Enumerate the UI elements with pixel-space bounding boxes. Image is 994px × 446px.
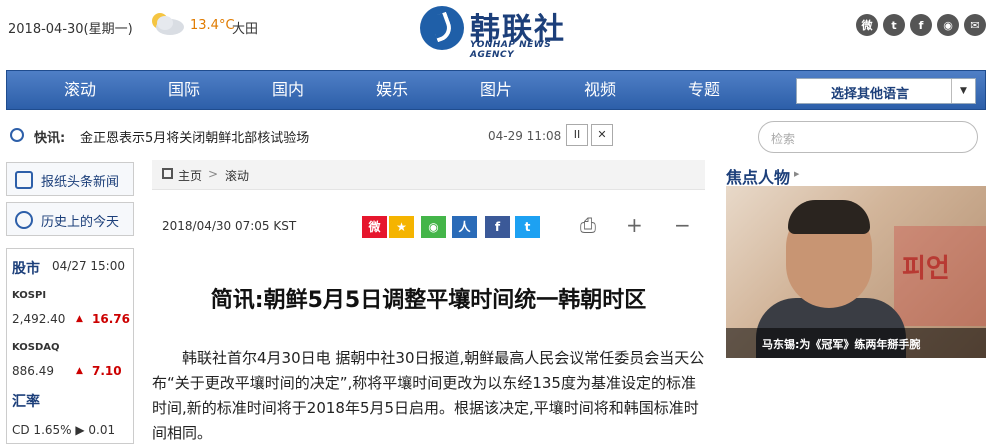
history-today-link[interactable]: 历史上的今天 [6, 202, 134, 236]
weibo-share-icon[interactable]: 微 [362, 216, 387, 238]
kosdaq-change: 7.10 [92, 364, 122, 378]
current-date: 2018-04-30(星期一) [8, 22, 133, 37]
stock-title: 股市 [12, 261, 40, 277]
main-nav: 滚动 国际 国内 娱乐 图片 视频 专题 选择其他语言 ▼ [6, 70, 986, 110]
nav-item-topics[interactable]: 专题 [669, 71, 739, 109]
chevron-down-icon: ▼ [951, 79, 975, 103]
focus-photo[interactable]: 피언 马东锡:为《冠军》练两年掰手腕 [726, 186, 986, 358]
kosdaq-name: KOSDAQ [12, 342, 60, 353]
nav-item-scroll[interactable]: 滚动 [45, 71, 115, 109]
article-title: 简讯:朝鲜5月5日调整平壤时间统一韩朝时区 [210, 288, 647, 313]
kospi-value: 2,492.40 [12, 312, 66, 326]
qzone-share-icon[interactable]: ★ [389, 216, 414, 238]
nav-item-video[interactable]: 视频 [565, 71, 635, 109]
photo-caption: 马东锡:为《冠军》练两年掰手腕 [726, 328, 986, 358]
breadcrumb-home[interactable]: 主页 [178, 167, 202, 184]
flash-label: 快讯: [34, 131, 66, 146]
stock-date: 04/27 15:00 [52, 259, 125, 273]
search-input[interactable]: 检索 [758, 121, 978, 153]
nav-item-domestic[interactable]: 国内 [253, 71, 323, 109]
breadcrumb-current[interactable]: 滚动 [225, 167, 249, 184]
weibo-icon[interactable]: 微 [856, 14, 878, 36]
kosdaq-value: 886.49 [12, 364, 54, 378]
yonhap-logo[interactable]: 韩联社 YONHAP NEWS AGENCY [420, 2, 580, 60]
breadcrumb-separator: > [208, 167, 219, 181]
nav-item-international[interactable]: 国际 [149, 71, 219, 109]
article-body: 韩联社首尔4月30日电 据朝中社30日报道,朝鲜最高人民会议常任委员会当天公布“… [152, 349, 705, 442]
nav-item-photos[interactable]: 图片 [461, 71, 531, 109]
kospi-name: KOSPI [12, 290, 47, 301]
temperature: 13.4°C [190, 18, 235, 33]
facebook-share-icon[interactable]: f [485, 216, 510, 238]
cloudy-weather-icon [152, 13, 184, 35]
book-icon [15, 171, 33, 189]
logo-en: YONHAP NEWS AGENCY [470, 40, 552, 60]
pause-button[interactable]: II [566, 124, 588, 146]
history-today-label: 历史上的今天 [41, 215, 120, 230]
print-icon[interactable]: ⎙ [580, 213, 596, 237]
wechat-icon[interactable]: ◉ [937, 14, 959, 36]
city: 大田 [232, 22, 259, 37]
chevron-right-icon[interactable]: ▶ [794, 170, 799, 178]
language-select-label: 选择其他语言 [831, 87, 910, 102]
up-arrow-icon: ▲ [76, 314, 83, 324]
twitter-share-icon[interactable]: t [515, 216, 540, 238]
search-placeholder: 检索 [771, 132, 796, 146]
poster-text: 피언 [902, 254, 950, 284]
focus-title: 焦点人物 [726, 168, 791, 187]
up-arrow-icon: ▲ [76, 366, 83, 376]
photo-caption-text: 马东锡:为《冠军》练两年掰手腕 [762, 338, 921, 351]
kospi-change: 16.76 [92, 312, 130, 326]
zoom-out-icon[interactable]: − [674, 213, 691, 237]
clock-icon [10, 128, 24, 142]
newspaper-headlines-link[interactable]: 报纸头条新闻 [6, 162, 134, 196]
wechat-share-icon[interactable]: ◉ [421, 216, 446, 238]
flash-headline[interactable]: 金正恩表示5月将关闭朝鲜北部核试验场 [80, 127, 309, 146]
email-icon[interactable]: ✉ [964, 14, 986, 36]
cd-rate: CD 1.65% ▶ 0.01 [12, 423, 116, 437]
twitter-icon[interactable]: t [883, 14, 905, 36]
renren-share-icon[interactable]: 人 [452, 216, 477, 238]
article-datetime: 2018/04/30 07:05 KST [162, 219, 297, 233]
fx-title: 汇率 [12, 394, 40, 410]
flash-time: 04-29 11:08 [488, 129, 562, 143]
nav-item-entertainment[interactable]: 娱乐 [357, 71, 427, 109]
clock-icon [15, 211, 33, 229]
close-button[interactable]: ✕ [591, 124, 613, 146]
language-select[interactable]: 选择其他语言 ▼ [796, 78, 976, 104]
zoom-in-icon[interactable]: + [626, 213, 643, 237]
person-hair [788, 200, 870, 234]
facebook-icon[interactable]: f [910, 14, 932, 36]
yonhap-logo-icon [420, 6, 464, 50]
newspaper-headlines-label: 报纸头条新闻 [41, 175, 120, 190]
home-icon [162, 168, 173, 179]
